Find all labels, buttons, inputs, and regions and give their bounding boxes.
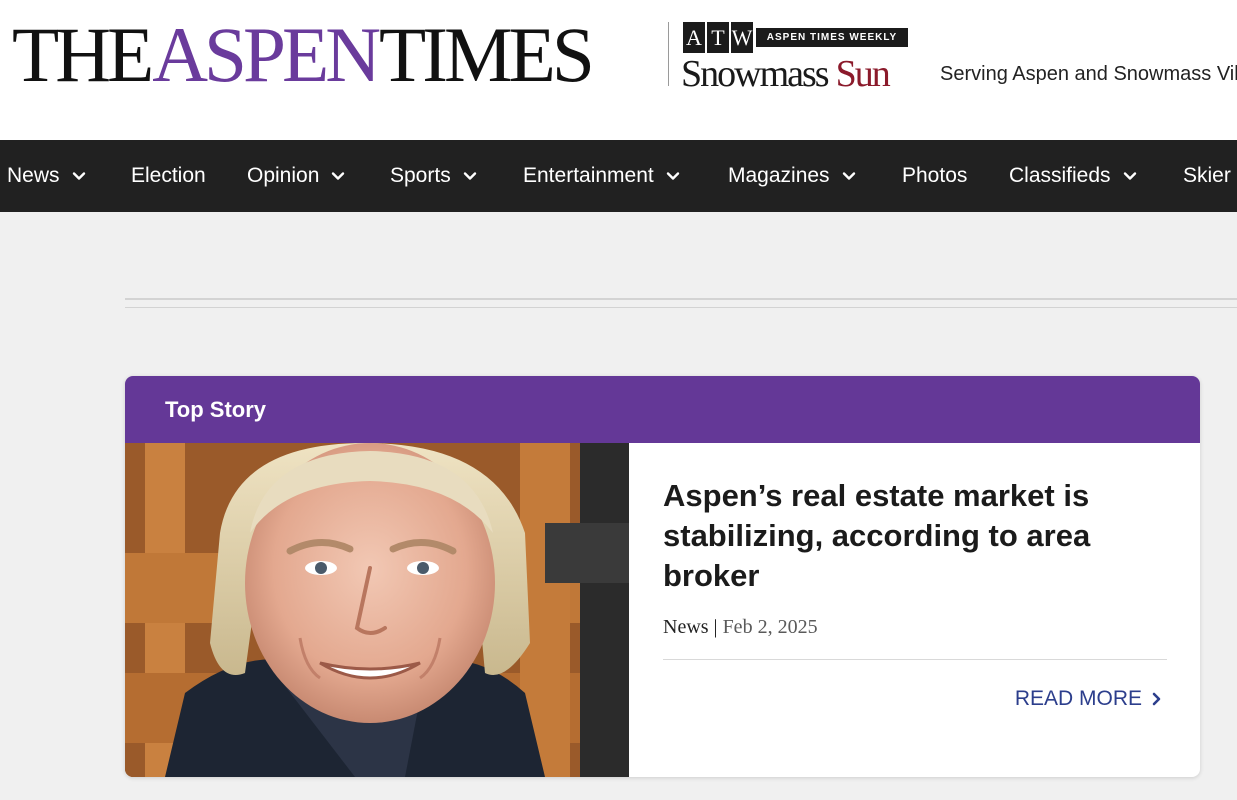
nav-item-election[interactable]: Election xyxy=(131,140,206,212)
chevron-down-icon xyxy=(1123,172,1136,180)
divider xyxy=(125,307,1237,308)
nav-item-opinion[interactable]: Opinion xyxy=(247,140,345,212)
chevron-down-icon xyxy=(72,172,85,180)
divider xyxy=(663,659,1167,660)
chevron-down-icon xyxy=(463,172,476,180)
read-more-label: READ MORE xyxy=(1014,687,1142,710)
top-story-title: Top Story xyxy=(165,397,267,422)
top-story-photo[interactable] xyxy=(125,443,629,777)
atw-letter-w: W xyxy=(731,22,753,53)
nav-item-photos[interactable]: Photos xyxy=(902,140,967,212)
atw-letter-a: A xyxy=(683,22,705,53)
story-headline[interactable]: Aspen’s real estate market is stabilizin… xyxy=(663,476,1167,596)
meta-separator: | xyxy=(713,616,718,638)
snowmass-sun-logo[interactable]: Snowmass Sun xyxy=(681,52,891,96)
logo-divider xyxy=(668,22,669,86)
read-more-link[interactable]: READ MORE xyxy=(1015,687,1162,711)
story-category[interactable]: News xyxy=(663,616,709,638)
main-nav: News Election Opinion Sports Entertainme… xyxy=(0,140,1237,212)
divider xyxy=(125,298,1237,300)
logo-aspen: ASPEN xyxy=(152,11,381,98)
tagline: Serving Aspen and Snowmass Village xyxy=(940,63,1237,85)
nav-item-label: Classifieds xyxy=(1009,164,1111,187)
nav-item-label: News xyxy=(7,164,60,187)
snowmass-word: Snowmass xyxy=(681,53,830,95)
atw-weekly-label[interactable]: ASPEN TIMES WEEKLY xyxy=(756,28,908,47)
nav-item-label: Magazines xyxy=(728,164,830,187)
masthead: THE ASPEN TIMES A T W ASPEN TIMES WEEKLY… xyxy=(0,0,1237,140)
atw-letter-t: T xyxy=(707,22,729,53)
nav-item-label: Entertainment xyxy=(523,164,654,187)
story-body: Aspen’s real estate market is stabilizin… xyxy=(663,476,1167,639)
top-story-card: Top Story Aspen’s real estate market is … xyxy=(125,376,1200,777)
nav-item-news[interactable]: News xyxy=(7,140,86,212)
chevron-down-icon xyxy=(332,172,345,180)
portrait-image xyxy=(125,443,629,777)
nav-item-classifieds[interactable]: Classifieds xyxy=(1009,140,1137,212)
nav-item-skier[interactable]: Skier xyxy=(1183,140,1231,212)
nav-item-label: Sports xyxy=(390,164,451,187)
logo-times: TIMES xyxy=(378,11,595,98)
nav-item-magazines[interactable]: Magazines xyxy=(728,140,856,212)
nav-item-label: Skier xyxy=(1183,164,1231,187)
nav-item-sports[interactable]: Sports xyxy=(390,140,477,212)
atw-logo[interactable]: A T W xyxy=(683,22,753,53)
story-meta: News | Feb 2, 2025 xyxy=(663,616,1167,639)
story-date: Feb 2, 2025 xyxy=(722,616,818,638)
nav-item-entertainment[interactable]: Entertainment xyxy=(523,140,680,212)
nav-item-label: Photos xyxy=(902,164,968,187)
aspen-times-logo[interactable]: THE ASPEN TIMES xyxy=(12,10,595,100)
sun-word: Sun xyxy=(835,53,891,95)
chevron-down-icon xyxy=(842,172,855,180)
top-story-header: Top Story xyxy=(125,376,1200,443)
nav-item-label: Opinion xyxy=(247,164,320,187)
chevron-down-icon xyxy=(666,172,679,180)
logo-the: THE xyxy=(12,11,154,98)
nav-item-label: Election xyxy=(131,164,206,187)
chevron-right-icon xyxy=(1152,692,1161,706)
